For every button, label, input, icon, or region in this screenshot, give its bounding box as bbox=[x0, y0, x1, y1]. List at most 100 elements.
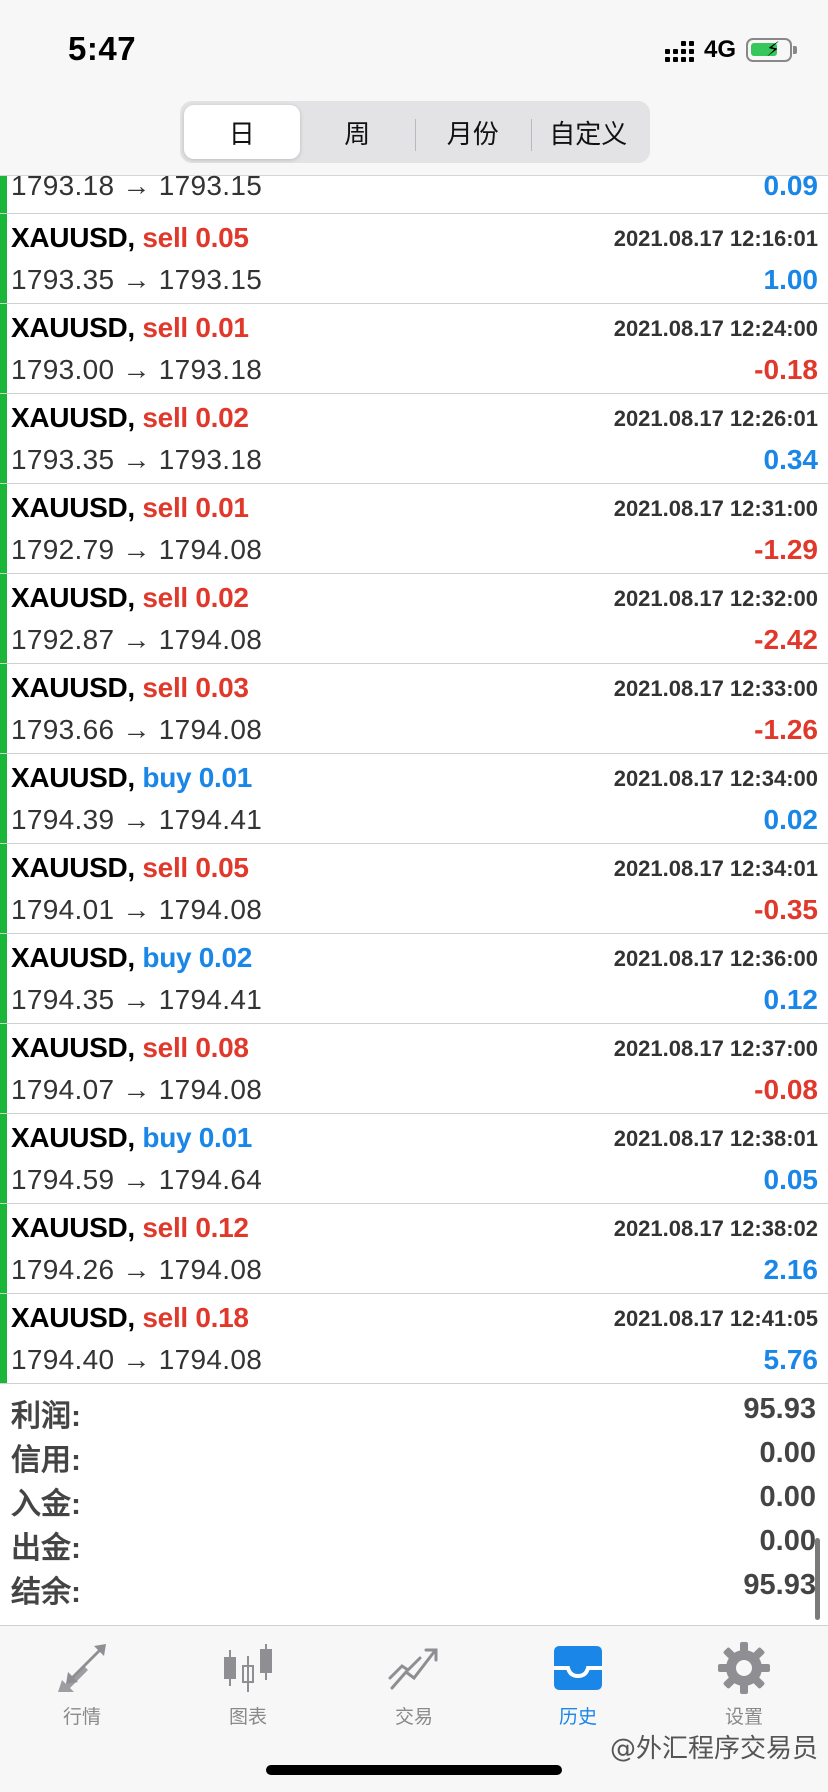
trade-side: sell 0.02 bbox=[142, 402, 249, 433]
trade-time: 2021.08.17 12:34:01 bbox=[613, 856, 818, 881]
trade-time: 2021.08.17 12:32:00 bbox=[613, 586, 818, 611]
trade-side: sell 0.08 bbox=[142, 1032, 249, 1063]
tab-quotes[interactable]: 行情 bbox=[22, 1640, 142, 1729]
tab-history[interactable]: 历史 bbox=[518, 1640, 638, 1729]
trade-marker bbox=[0, 304, 7, 393]
trade-row[interactable]: XAUUSD, sell 0.18 2021.08.17 12:41:05 1794… bbox=[0, 1294, 828, 1384]
trade-marker bbox=[0, 844, 7, 933]
trade-title: XAUUSD, sell 0.12 bbox=[11, 1212, 249, 1244]
trade-prices: 1793.35 → 1793.15 bbox=[11, 264, 263, 295]
trade-symbol: XAUUSD, bbox=[11, 672, 135, 703]
trade-row[interactable]: XAUUSD, sell 0.05 2021.08.17 12:16:01 1793… bbox=[0, 214, 828, 304]
tab-custom[interactable]: 自定义 bbox=[530, 105, 647, 159]
trade-marker bbox=[0, 214, 7, 303]
status-time: 5:47 bbox=[68, 30, 137, 67]
trade-prices: 1794.40 → 1794.08 bbox=[11, 1344, 263, 1375]
trade-side: buy 0.01 bbox=[142, 1122, 253, 1153]
trade-marker bbox=[0, 176, 7, 213]
trade-side: sell 0.05 bbox=[142, 222, 249, 253]
trade-marker bbox=[0, 484, 7, 573]
quotes-arrows-icon bbox=[58, 1644, 106, 1692]
period-selector-bar: 日 周 月份 自定义 bbox=[0, 96, 828, 176]
trade-time: 2021.08.17 12:33:00 bbox=[613, 676, 818, 701]
trade-time: 2021.08.17 12:38:01 bbox=[613, 1126, 818, 1151]
trade-row[interactable]: XAUUSD, buy 0.01 2021.08.17 12:38:01 1794.… bbox=[0, 1114, 828, 1204]
trade-side: sell 0.02 bbox=[142, 582, 249, 613]
trade-row[interactable]: XAUUSD, buy 0.02 2021.08.17 12:36:00 1794.… bbox=[0, 934, 828, 1024]
trade-profit: 0.02 bbox=[763, 804, 819, 835]
trade-prices: 1792.87 → 1794.08 bbox=[11, 624, 263, 655]
trade-side: sell 0.01 bbox=[142, 312, 249, 343]
trade-time: 2021.08.17 12:16:01 bbox=[613, 226, 818, 251]
trade-profit: -2.42 bbox=[754, 624, 818, 655]
trade-prices: 1794.01 → 1794.08 bbox=[11, 894, 263, 925]
trade-marker bbox=[0, 574, 7, 663]
trade-marker bbox=[0, 664, 7, 753]
summary-row-withdrawal: 出金: 0.00 bbox=[0, 1523, 828, 1567]
trade-side: sell 0.18 bbox=[142, 1302, 249, 1333]
tab-day[interactable]: 日 bbox=[184, 105, 300, 159]
trade-side: sell 0.05 bbox=[142, 852, 249, 883]
summary-value: 0.00 bbox=[759, 1481, 816, 1513]
trade-side: buy 0.01 bbox=[142, 762, 253, 793]
trade-title: XAUUSD, sell 0.08 bbox=[11, 1032, 249, 1064]
trade-title: XAUUSD, sell 0.05 bbox=[11, 222, 249, 254]
summary-label: 信用: bbox=[11, 1444, 81, 1477]
history-inbox-icon bbox=[554, 1646, 602, 1690]
tab-charts[interactable]: 图表 bbox=[188, 1640, 308, 1729]
trade-row[interactable]: XAUUSD, sell 0.02 2021.08.17 12:32:00 1792… bbox=[0, 574, 828, 664]
trade-symbol: XAUUSD, bbox=[11, 402, 135, 433]
trade-profit: 0.05 bbox=[763, 1164, 819, 1195]
trade-prices: 1793.18 → 1793.15 bbox=[11, 170, 263, 201]
trade-profit: 0.09 bbox=[763, 170, 819, 201]
trade-prices: 1794.35 → 1794.41 bbox=[11, 984, 263, 1015]
trade-prices: 1794.07 → 1794.08 bbox=[11, 1074, 263, 1105]
trade-symbol: XAUUSD, bbox=[11, 312, 135, 343]
signal-icon bbox=[664, 38, 694, 62]
trade-row[interactable]: XAUUSD, sell 0.02 2021.08.17 12:26:01 1793… bbox=[0, 394, 828, 484]
trade-title: XAUUSD, buy 0.02 bbox=[11, 942, 252, 974]
trade-profit: 5.76 bbox=[763, 1344, 819, 1375]
trade-row[interactable]: XAUUSD, sell 0.05 2021.08.17 12:34:01 1794… bbox=[0, 844, 828, 934]
trade-profit: 0.12 bbox=[763, 984, 819, 1015]
tab-month[interactable]: 月份 bbox=[415, 105, 531, 159]
status-bar: 5:47 4G ⚡ bbox=[0, 0, 828, 96]
trade-row[interactable]: XAUUSD, sell 0.08 2021.08.17 12:37:00 1794… bbox=[0, 1024, 828, 1114]
trade-time: 2021.08.17 12:36:00 bbox=[613, 946, 818, 971]
trade-side: sell 0.01 bbox=[142, 492, 249, 523]
trade-profit: 1.00 bbox=[763, 264, 819, 295]
trade-symbol: XAUUSD, bbox=[11, 222, 135, 253]
trade-row[interactable]: XAUUSD, sell 0.12 2021.08.17 12:38:02 1794… bbox=[0, 1204, 828, 1294]
candlestick-chart-icon bbox=[224, 1644, 272, 1692]
tab-week[interactable]: 周 bbox=[300, 105, 416, 159]
trade-marker bbox=[0, 1114, 7, 1203]
trade-row[interactable]: XAUUSD, buy 0.01 2021.08.17 12:34:00 1794.… bbox=[0, 754, 828, 844]
scrollbar[interactable] bbox=[815, 1538, 820, 1620]
home-indicator[interactable] bbox=[266, 1765, 562, 1775]
account-summary: 利润: 95.93 信用: 0.00 入金: 0.00 出金: 0.00 结余:… bbox=[0, 1385, 828, 1625]
trade-row[interactable]: XAUUSD, sell 0.01 2021.08.17 12:24:00 1793… bbox=[0, 304, 828, 394]
trade-title: XAUUSD, buy 0.01 bbox=[11, 1122, 252, 1154]
trade-time: 2021.08.17 12:37:00 bbox=[613, 1036, 818, 1061]
trade-time: 2021.08.17 12:41:05 bbox=[613, 1306, 818, 1331]
trade-symbol: XAUUSD, bbox=[11, 1302, 135, 1333]
tab-trade[interactable]: 交易 bbox=[354, 1640, 474, 1729]
trade-row[interactable]: XAUUSD, sell 0.03 2021.08.17 12:33:00 1793… bbox=[0, 664, 828, 754]
trade-symbol: XAUUSD, bbox=[11, 942, 135, 973]
gear-icon bbox=[718, 1642, 770, 1694]
trade-marker bbox=[0, 1204, 7, 1293]
trade-prices: 1793.00 → 1793.18 bbox=[11, 354, 263, 385]
trade-row-partial[interactable]: 1793.18 → 1793.15 0.09 bbox=[0, 170, 828, 214]
trade-marker bbox=[0, 1024, 7, 1113]
tab-label: 交易 bbox=[394, 1707, 433, 1728]
tab-settings[interactable]: 设置 bbox=[684, 1640, 804, 1729]
status-indicators: 4G ⚡ bbox=[664, 36, 797, 64]
trade-profit: -0.08 bbox=[754, 1074, 818, 1105]
summary-label: 出金: bbox=[11, 1532, 81, 1565]
trade-side: buy 0.02 bbox=[142, 942, 253, 973]
trade-row[interactable]: XAUUSD, sell 0.01 2021.08.17 12:31:00 1792… bbox=[0, 484, 828, 574]
trade-prices: 1794.39 → 1794.41 bbox=[11, 804, 263, 835]
summary-row-balance: 结余: 95.93 bbox=[0, 1567, 828, 1611]
tab-label: 行情 bbox=[62, 1707, 101, 1728]
summary-row-credit: 信用: 0.00 bbox=[0, 1435, 828, 1479]
